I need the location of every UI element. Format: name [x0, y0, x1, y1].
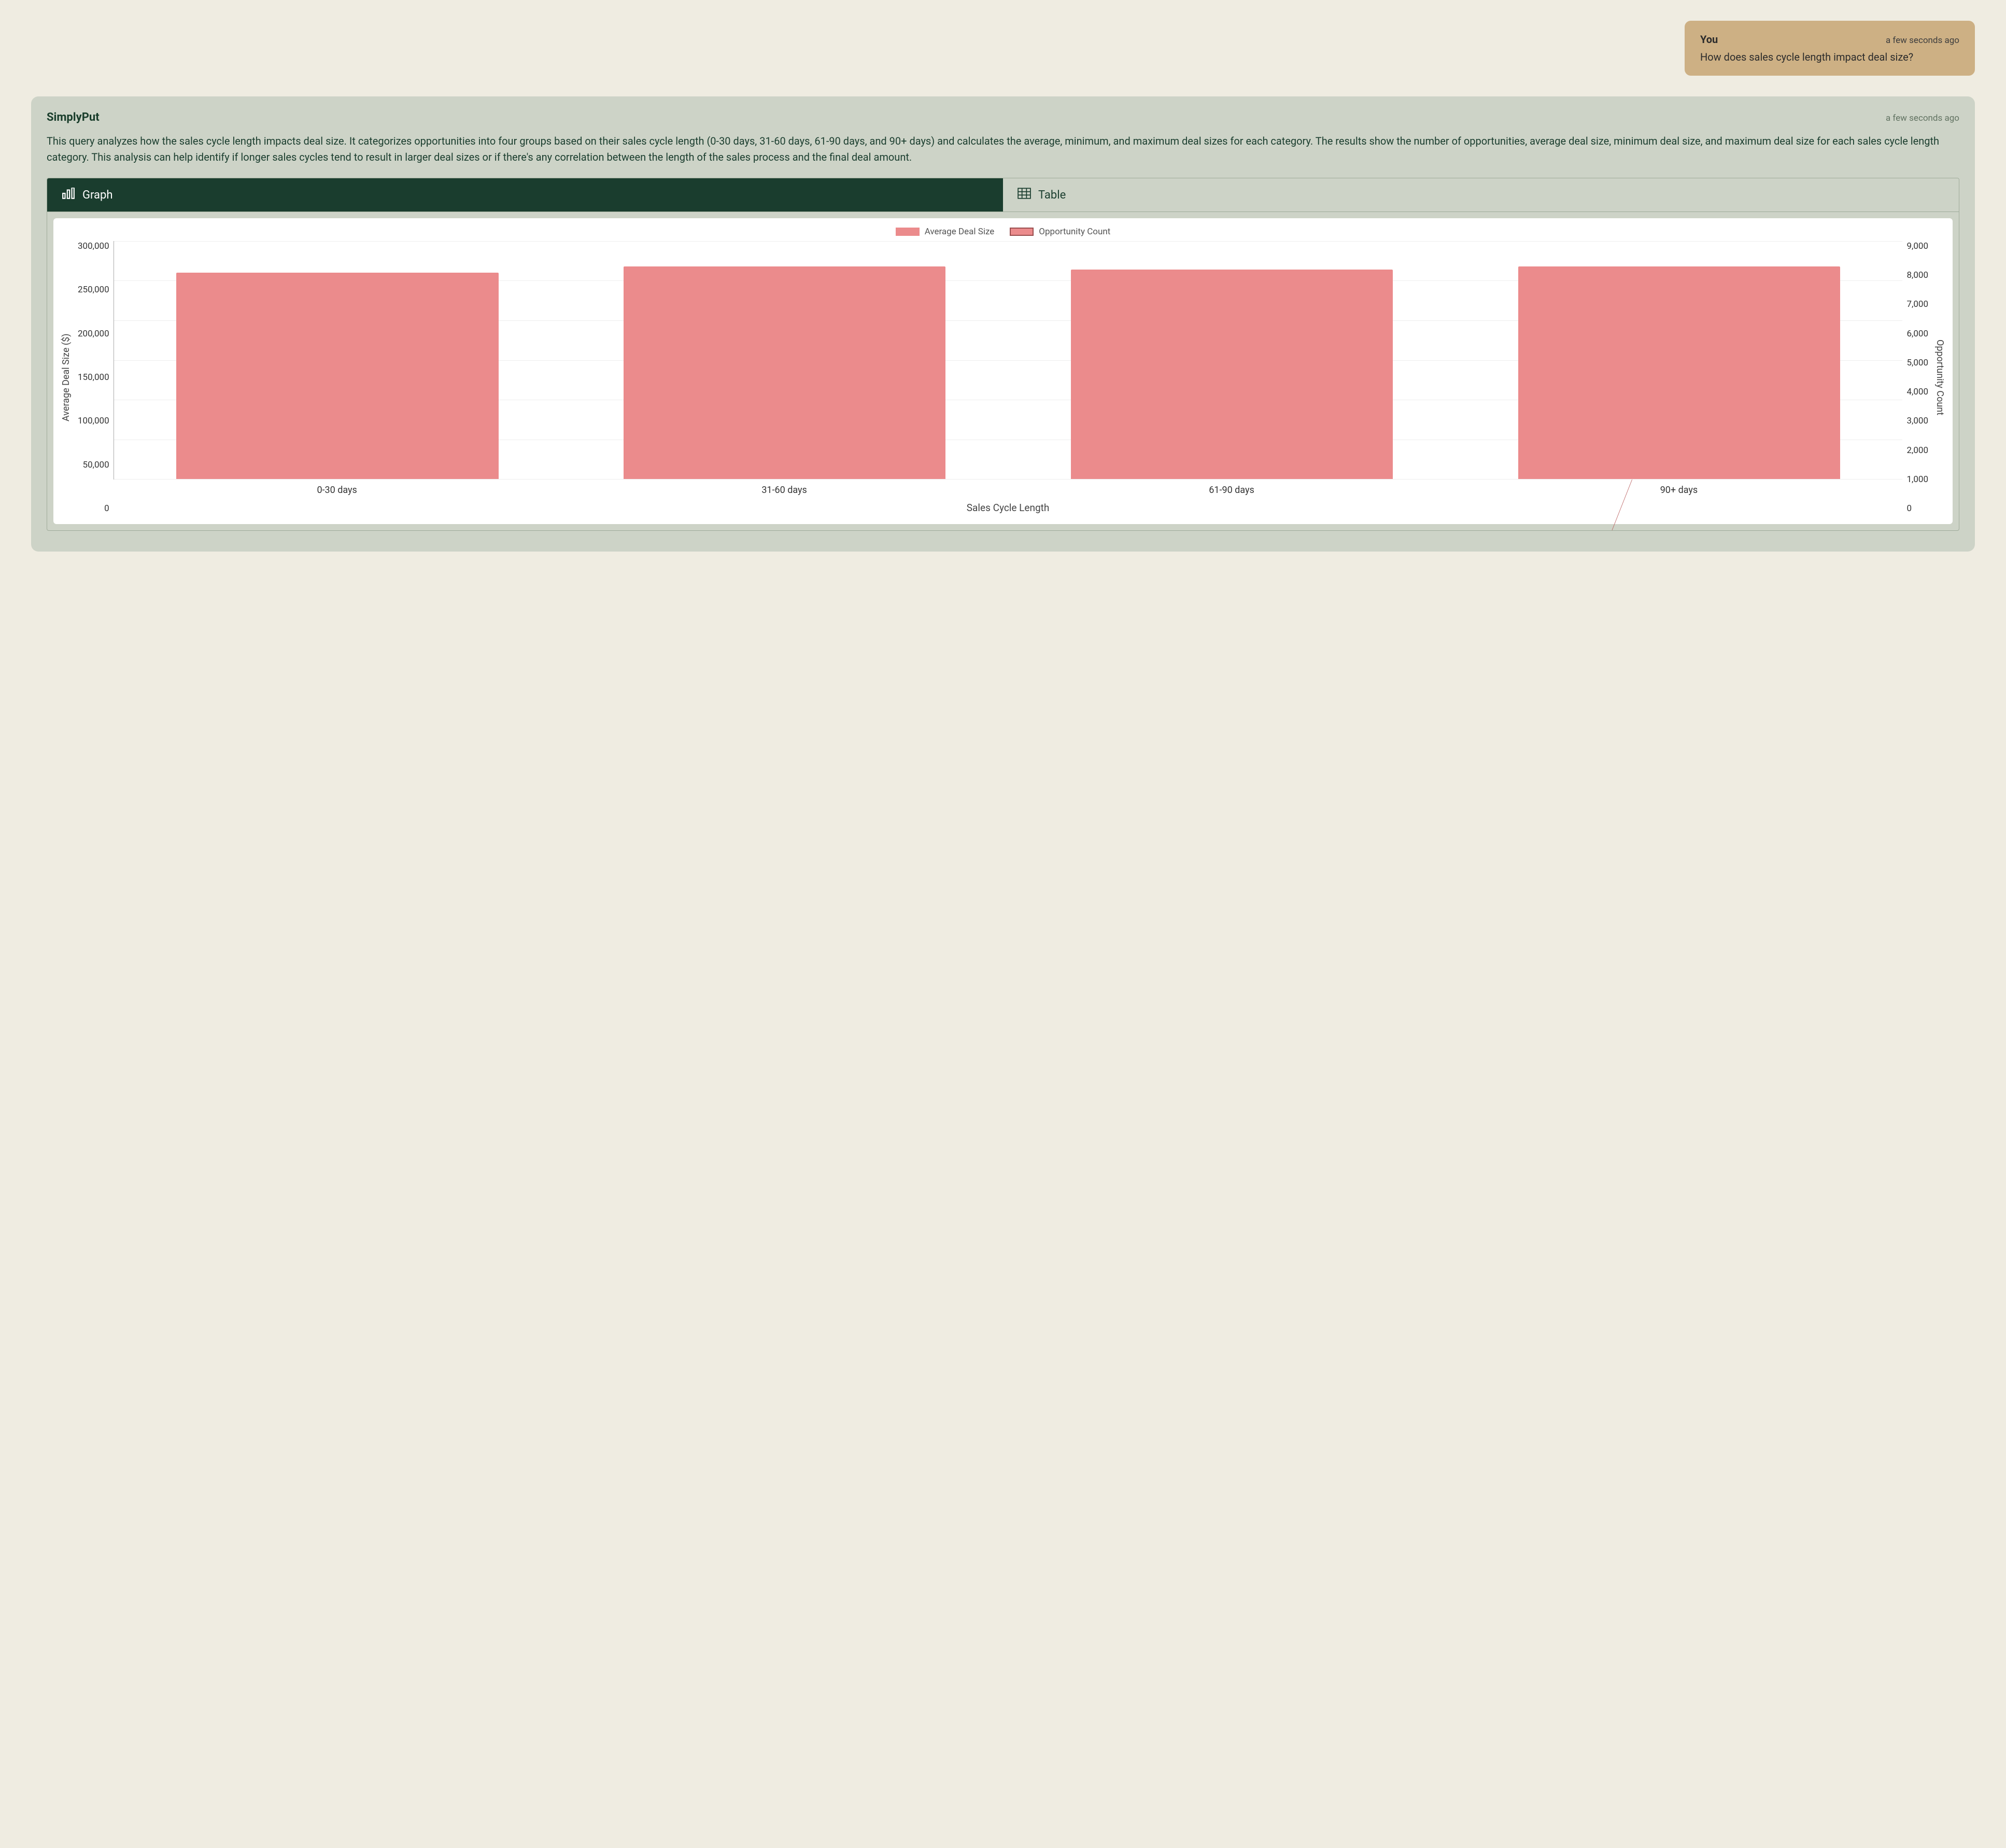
- legend-item-bar: Average Deal Size: [896, 227, 995, 237]
- y-tick-right: 9,000: [1906, 241, 1928, 251]
- bar-chart-icon: [62, 188, 75, 202]
- bot-message: SimplyPut a few seconds ago This query a…: [31, 96, 1975, 552]
- chart-line: [337, 360, 1679, 531]
- y-tick-left: 250,000: [78, 285, 109, 295]
- legend-label-line: Opportunity Count: [1039, 227, 1110, 237]
- chart-bar: [176, 273, 498, 479]
- table-icon: [1018, 188, 1031, 202]
- chart-card: Graph Table Average Deal Size: [47, 178, 1959, 531]
- bot-author: SimplyPut: [47, 111, 100, 124]
- y-ticks-right: 9,000 8,000 7,000 6,000 5,000 4,000 3,000 2,000…: [1902, 241, 1932, 514]
- chart-legend: Average Deal Size Opportunity Count: [59, 227, 1947, 237]
- bot-timestamp: a few seconds ago: [1886, 113, 1959, 123]
- plot-surface: [114, 241, 1903, 479]
- chart-bar: [624, 266, 945, 479]
- y-tick-right: 0: [1906, 503, 1928, 514]
- y-tick-left: 150,000: [78, 372, 109, 383]
- y-tick-left: 200,000: [78, 329, 109, 339]
- y-tick-right: 6,000: [1906, 329, 1928, 339]
- bot-text: This query analyzes how the sales cycle …: [47, 133, 1959, 165]
- y-axis-label-right: Opportunity Count: [1932, 241, 1947, 514]
- y-axis-label-left: Average Deal Size ($): [59, 241, 74, 514]
- chart-bar: [1518, 266, 1840, 479]
- user-timestamp: a few seconds ago: [1886, 35, 1959, 46]
- y-tick-right: 7,000: [1906, 299, 1928, 309]
- y-tick-left: 0: [78, 503, 109, 514]
- y-tick-left: 100,000: [78, 416, 109, 426]
- gridline: [114, 241, 1903, 242]
- legend-label-bar: Average Deal Size: [925, 227, 995, 237]
- chart-area: Average Deal Size Opportunity Count Aver…: [53, 218, 1953, 524]
- y-tick-right: 5,000: [1906, 358, 1928, 368]
- y-tick-right: 4,000: [1906, 387, 1928, 397]
- y-tick-right: 1,000: [1906, 474, 1928, 485]
- tab-table[interactable]: Table: [1003, 178, 1959, 211]
- user-author: You: [1700, 33, 1718, 46]
- tab-graph-label: Graph: [82, 189, 112, 202]
- chart-tabs: Graph Table: [47, 178, 1959, 212]
- y-tick-right: 2,000: [1906, 445, 1928, 456]
- y-tick-left: 300,000: [78, 241, 109, 251]
- y-ticks-left: 300,000 250,000 200,000 150,000 100,000 50,00…: [74, 241, 114, 514]
- tab-graph[interactable]: Graph: [47, 178, 1003, 211]
- user-text: How does sales cycle length impact deal …: [1700, 51, 1959, 63]
- user-message: You a few seconds ago How does sales cyc…: [1685, 21, 1975, 76]
- legend-swatch-line: [1010, 228, 1034, 236]
- chart-bar: [1071, 270, 1393, 479]
- legend-swatch-bar: [896, 228, 920, 236]
- y-tick-left: 50,000: [78, 460, 109, 470]
- tab-table-label: Table: [1038, 189, 1066, 202]
- y-tick-right: 3,000: [1906, 416, 1928, 426]
- legend-item-line: Opportunity Count: [1010, 227, 1110, 237]
- y-tick-right: 8,000: [1906, 270, 1928, 280]
